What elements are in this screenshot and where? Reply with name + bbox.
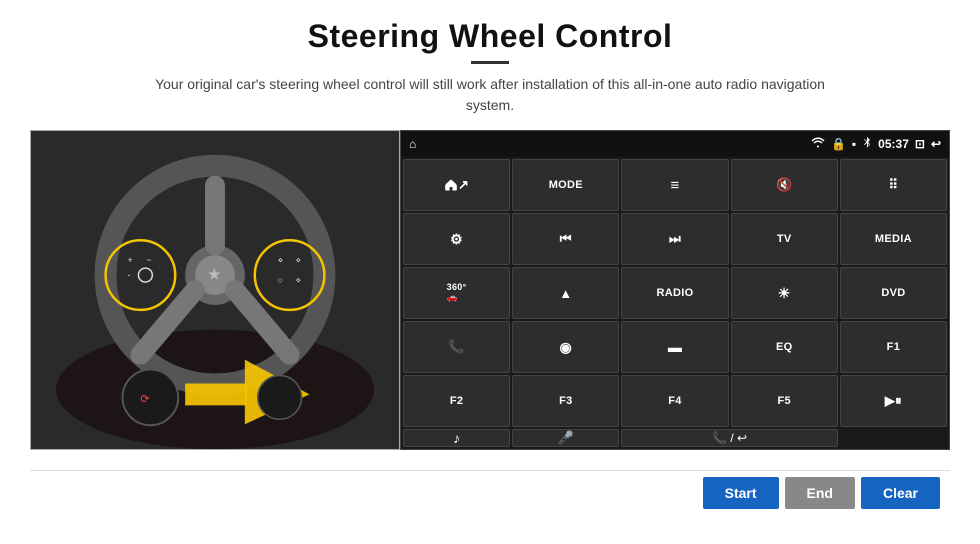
btn-navigate[interactable]: ↗ <box>403 159 510 211</box>
end-button[interactable]: End <box>785 477 855 509</box>
btn-f3-label: F3 <box>559 395 572 407</box>
btn-phone[interactable]: 📞 <box>403 321 510 373</box>
back-icon[interactable]: ↩ <box>931 137 941 151</box>
btn-brightness[interactable]: ☀ <box>731 267 838 319</box>
time-display: 05:37 <box>878 137 909 151</box>
btn-f3[interactable]: F3 <box>512 375 619 427</box>
svg-text:○: ○ <box>278 275 283 285</box>
btn-eject[interactable]: ▲ <box>512 267 619 319</box>
btn-dvd-label: DVD <box>881 287 905 299</box>
bluetooth-icon <box>862 136 872 153</box>
btn-f1-label: F1 <box>887 341 900 353</box>
btn-f4-label: F4 <box>668 395 681 407</box>
svg-text:⋄: ⋄ <box>296 255 302 265</box>
page-container: Steering Wheel Control Your original car… <box>0 0 980 544</box>
btn-music[interactable]: ♪ <box>403 429 510 447</box>
svg-text:⟳: ⟳ <box>140 393 149 405</box>
start-button[interactable]: Start <box>703 477 779 509</box>
home-icon[interactable]: ⌂ <box>409 137 416 151</box>
btn-media[interactable]: MEDIA <box>840 213 947 265</box>
btn-dvd[interactable]: DVD <box>840 267 947 319</box>
page-title: Steering Wheel Control <box>308 18 673 55</box>
btn-settings[interactable]: ⚙ <box>403 213 510 265</box>
btn-f1[interactable]: F1 <box>840 321 947 373</box>
btn-eq[interactable]: EQ <box>731 321 838 373</box>
btn-f5-label: F5 <box>777 395 790 407</box>
button-grid: ↗ MODE ≡ 🔇 ⠿ ⚙ ⏮ ⏭ TV MEDIA 360°🚗 ▲ RADI… <box>401 157 949 429</box>
btn-mute[interactable]: 🔇 <box>731 159 838 211</box>
btn-eq-label: EQ <box>776 341 793 353</box>
btn-play-pause[interactable]: ▶⏸ <box>840 375 947 427</box>
svg-text:~: ~ <box>146 255 151 265</box>
svg-text:⋄: ⋄ <box>278 255 284 265</box>
btn-nav2[interactable]: ◉ <box>512 321 619 373</box>
btn-mic[interactable]: 🎤 <box>512 429 619 447</box>
title-divider <box>471 61 509 64</box>
sd-icon: ▪ <box>852 137 856 151</box>
steering-wheel-image: + ~ - ⋄ ⋄ ○ ⋄ ⟳ <box>30 130 400 450</box>
wifi-icon <box>811 137 825 151</box>
btn-menu[interactable]: ≡ <box>621 159 728 211</box>
btn-apps[interactable]: ⠿ <box>840 159 947 211</box>
status-bar: ⌂ 🔒 ▪ 05:37 ⊡ ↩ <box>401 131 949 157</box>
btn-f2[interactable]: F2 <box>403 375 510 427</box>
btn-phone-hang[interactable]: 📞 / ↩ <box>621 429 837 447</box>
svg-text:+: + <box>127 255 132 265</box>
btn-prev[interactable]: ⏮ <box>512 213 619 265</box>
content-row: + ~ - ⋄ ⋄ ○ ⋄ ⟳ <box>30 130 950 470</box>
btn-f2-label: F2 <box>450 395 463 407</box>
btn-radio[interactable]: RADIO <box>621 267 728 319</box>
btn-empty <box>840 429 947 447</box>
btn-mode-label: MODE <box>549 179 583 191</box>
svg-text:-: - <box>127 270 130 280</box>
btn-media-label: MEDIA <box>875 233 912 245</box>
svg-text:★: ★ <box>208 266 221 282</box>
bottom-bar: Start End Clear <box>30 470 950 515</box>
btn-mode[interactable]: MODE <box>512 159 619 211</box>
clear-button[interactable]: Clear <box>861 477 940 509</box>
btn-f5[interactable]: F5 <box>731 375 838 427</box>
headunit-panel: ⌂ 🔒 ▪ 05:37 ⊡ ↩ <box>400 130 950 450</box>
btn-tv-label: TV <box>777 233 792 245</box>
btn-360[interactable]: 360°🚗 <box>403 267 510 319</box>
svg-text:⋄: ⋄ <box>296 275 302 285</box>
page-subtitle: Your original car's steering wheel contr… <box>140 74 840 116</box>
lock-icon: 🔒 <box>831 137 846 151</box>
btn-next[interactable]: ⏭ <box>621 213 728 265</box>
btn-radio-label: RADIO <box>657 287 694 299</box>
btn-screen[interactable]: ▬ <box>621 321 728 373</box>
window-icon: ⊡ <box>915 137 925 151</box>
btn-f4[interactable]: F4 <box>621 375 728 427</box>
btn-tv[interactable]: TV <box>731 213 838 265</box>
